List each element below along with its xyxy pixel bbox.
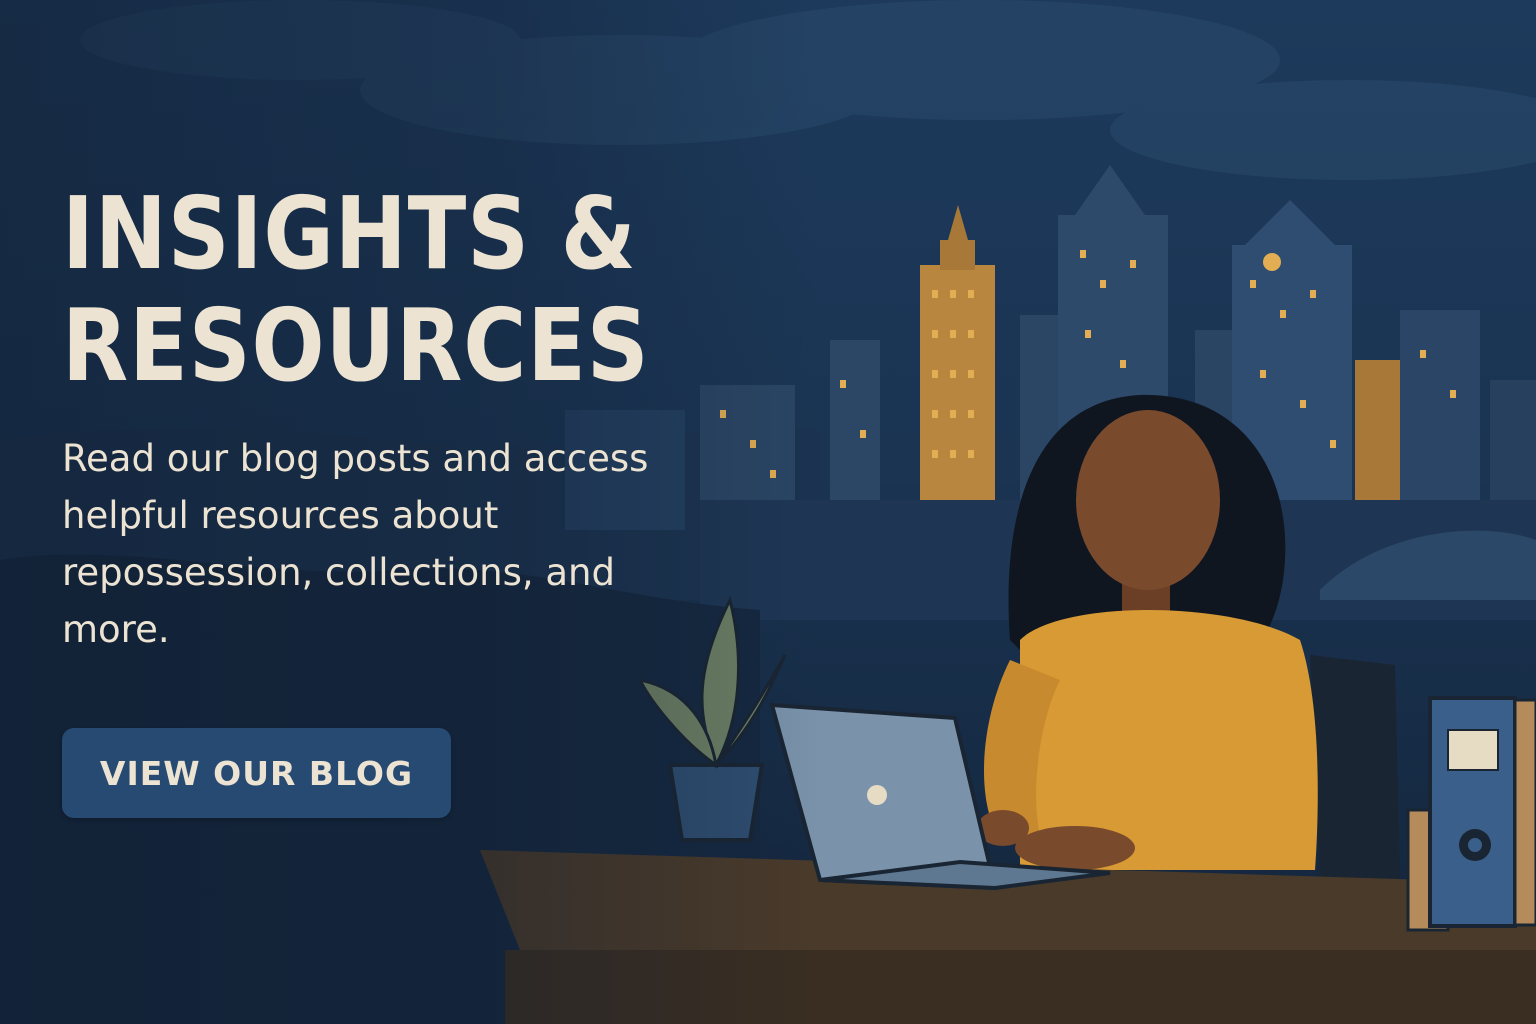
chair-icon [1310, 655, 1400, 880]
hero-copy: INSIGHTS & RESOURCES Read our blog posts … [62, 178, 742, 658]
headline-line-1: INSIGHTS & [62, 175, 637, 292]
headline-line-2: RESOURCES [62, 287, 650, 404]
hero-subtext: Read our blog posts and access helpful r… [62, 437, 649, 651]
view-blog-button[interactable]: VIEW OUR BLOG [62, 728, 451, 818]
hero-headline: INSIGHTS & RESOURCES [62, 175, 650, 404]
hero-banner: INSIGHTS & RESOURCES Read our blog posts … [0, 0, 1536, 1024]
binder-icon [1406, 696, 1536, 932]
